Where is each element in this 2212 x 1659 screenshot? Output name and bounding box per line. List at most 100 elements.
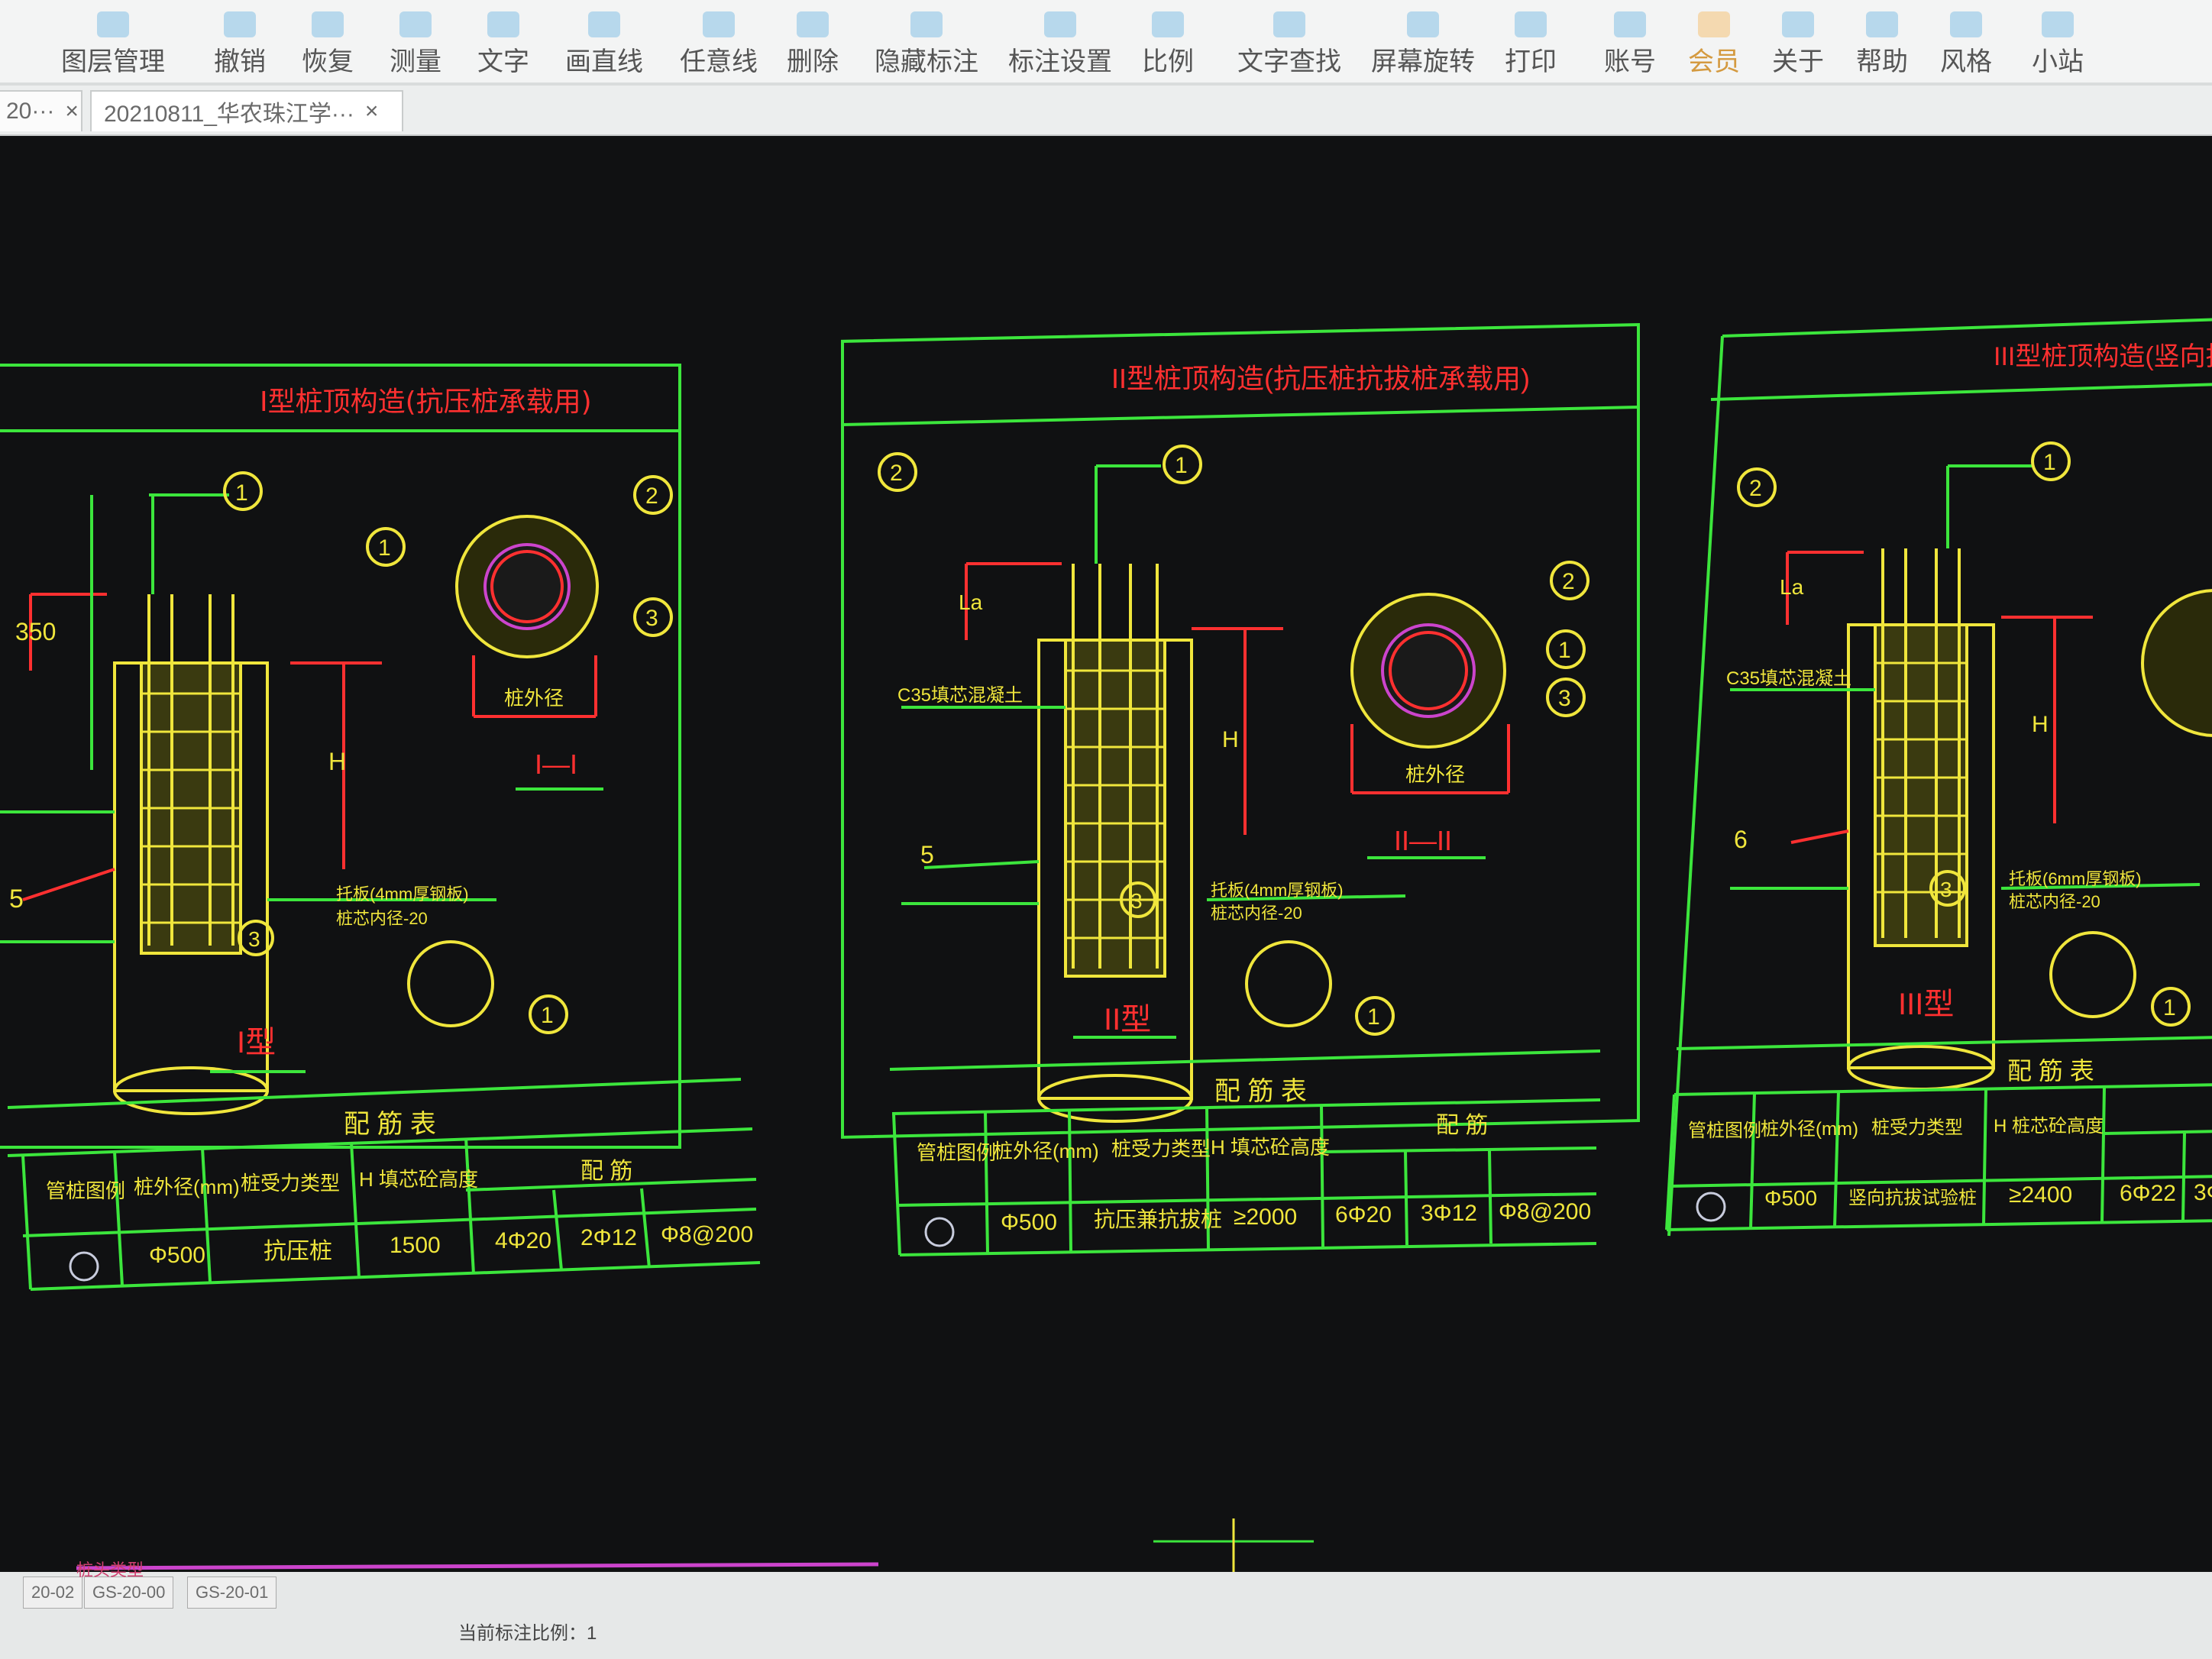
layers-icon (97, 11, 129, 37)
marker-2: 2 (1562, 569, 1575, 594)
tab-document-2[interactable]: 20210811_华农珠江学··· × (90, 90, 403, 131)
toolbar-button-2[interactable]: 恢复 (302, 5, 354, 78)
inner-label: 桩芯内径-20 (1211, 904, 1302, 923)
toolbar-button-7[interactable]: 删除 (787, 5, 839, 78)
toolbar-button-label: 任意线 (680, 47, 758, 76)
drawing-title: I型桩顶构造(抗压桩承载用) (260, 386, 592, 418)
plate-label: 托板(4mm厚钢板) (1211, 881, 1344, 900)
toolbar-button-1[interactable]: 撤销 (214, 5, 266, 78)
toolbar-button-label: 比例 (1142, 47, 1194, 76)
drawing-type-2: II型桩顶构造(抗压桩抗拔桩承载用) La H C35填芯混凝土 托板(4mm厚… (841, 323, 1640, 1256)
toolbar-button-19[interactable]: 小站 (2032, 5, 2084, 78)
toolbar-button-16[interactable]: 关于 (1772, 5, 1824, 78)
cell-rebar-1: 4Φ20 (495, 1228, 551, 1253)
table-title: 配 筋 表 (1214, 1077, 1307, 1106)
toolbar-button-11[interactable]: 文字查找 (1237, 5, 1341, 78)
table-title: 配 筋 表 (344, 1110, 436, 1139)
dim-label: 350 (15, 618, 56, 645)
main-toolbar: 图层管理 撤销 恢复 测量 文字 画直线 任意线 删除 隐藏标注 标注设置 比例 文字查找 屏幕旋转 打印… (0, 0, 2212, 82)
cell-rebar-2: 2Φ12 (580, 1225, 637, 1250)
toolbar-button-label: 撤销 (214, 47, 266, 76)
tab-document-1[interactable]: 20··· × (0, 90, 82, 131)
marker-3: 3 (1130, 889, 1143, 913)
header-height: H 填芯砼高度 (359, 1168, 478, 1191)
cell-diameter: Φ500 (1764, 1186, 1817, 1210)
cell-rebar-1: 6Φ22 (2120, 1181, 2176, 1206)
plate-label: 托板(4mm厚钢板) (336, 884, 469, 904)
delete-icon (797, 11, 829, 37)
cell-height: ≥2000 (1234, 1205, 1297, 1230)
outer-dia-label: 桩外径 (504, 687, 564, 710)
toolbar-button-label: 会员 (1688, 47, 1740, 76)
dim-h: H (328, 748, 346, 775)
toolbar-button-label: 小站 (2032, 47, 2084, 76)
cell-rebar-2: 3Φ (2194, 1180, 2212, 1205)
marker-1: 1 (1558, 638, 1571, 663)
section-circle (2141, 589, 2212, 737)
weld-mark: 5 (920, 841, 934, 868)
toolbar-button-12[interactable]: 屏幕旋转 (1371, 5, 1475, 78)
marker-1: 1 (541, 1003, 554, 1028)
toolbar-button-label: 关于 (1772, 47, 1824, 76)
toolbar-button-17[interactable]: 帮助 (1856, 5, 1908, 78)
header-type: 桩受力类型 (241, 1172, 340, 1195)
text-icon (487, 11, 519, 37)
toolbar-button-label: 隐藏标注 (875, 47, 978, 76)
cell-height: 1500 (390, 1233, 441, 1258)
toolbar-button-9[interactable]: 标注设置 (1008, 5, 1112, 78)
header-height: H 桩芯砼高度 (1994, 1116, 2104, 1137)
cell-rebar-1: 6Φ20 (1335, 1202, 1392, 1227)
dim-h: H (2032, 712, 2049, 737)
layout-tab-2[interactable]: GS-20-00 (84, 1577, 174, 1609)
toolbar-button-0[interactable]: 图层管理 (61, 5, 165, 78)
toolbar-button-label: 风格 (1940, 47, 1992, 76)
marker-3: 3 (1558, 686, 1571, 711)
toolbar-button-13[interactable]: 打印 (1505, 5, 1557, 78)
toolbar-button-label: 画直线 (565, 47, 643, 76)
outer-dia-label: 桩外径 (1405, 763, 1465, 786)
c35-label: C35填芯混凝土 (897, 685, 1023, 706)
marker-2: 2 (1749, 476, 1762, 501)
toolbar-button-label: 标注设置 (1008, 47, 1112, 76)
toolbar-button-15[interactable]: 会员 (1688, 5, 1740, 78)
layout-tab-3[interactable]: GS-20-01 (187, 1577, 277, 1609)
toolbar-button-label: 帮助 (1856, 47, 1908, 76)
pile-core (1874, 623, 1968, 947)
toolbar-button-5[interactable]: 画直线 (565, 5, 643, 78)
redo-icon (312, 11, 344, 37)
cad-canvas[interactable]: I型桩顶构造(抗压桩承载用) 350 H 托板(4mm厚钢板) 桩芯内径-20 … (0, 136, 2212, 1572)
toolbar-button-6[interactable]: 任意线 (680, 5, 758, 78)
cell-type: 抗压兼抗拔桩 (1094, 1208, 1222, 1231)
cell-rebar-3: Φ8@200 (1499, 1199, 1591, 1224)
cell-height: ≥2400 (2009, 1182, 2072, 1208)
c35-label: C35填芯混凝土 (1726, 668, 1851, 689)
freehand-icon (703, 11, 735, 37)
header-legend: 管桩图例 (1688, 1121, 1761, 1141)
close-icon[interactable]: × (365, 99, 379, 125)
header-legend: 管桩图例 (46, 1179, 125, 1202)
header-reinforcement: 配 筋 (580, 1159, 632, 1184)
frame (841, 323, 1640, 1139)
drawing-title: II型桩顶构造(抗压桩抗拔桩承载用) (1111, 363, 1530, 394)
toolbar-button-label: 屏幕旋转 (1371, 47, 1475, 76)
marker-1: 1 (2043, 450, 2056, 475)
toolbar-button-8[interactable]: 隐藏标注 (875, 5, 978, 78)
toolbar-button-14[interactable]: 账号 (1604, 5, 1656, 78)
marker-1: 1 (235, 480, 248, 506)
close-icon[interactable]: × (65, 99, 79, 125)
marker-1: 1 (1175, 453, 1188, 478)
plate-label: 托板(6mm厚钢板) (2009, 869, 2142, 888)
toolbar-button-10[interactable]: 比例 (1142, 5, 1194, 78)
marker-1: 1 (2163, 995, 2176, 1020)
about-icon (1782, 11, 1814, 37)
table-title: 配 筋 表 (2007, 1057, 2094, 1085)
layer-label: 桩头类型 (76, 1560, 144, 1580)
header-type: 桩受力类型 (1871, 1117, 1963, 1138)
dim-h: H (1222, 727, 1239, 752)
toolbar-button-4[interactable]: 文字 (477, 5, 529, 78)
type-label: III型 (1898, 988, 1954, 1021)
annotation-scale-status: 当前标注比例：1 (458, 1623, 597, 1644)
toolbar-button-18[interactable]: 风格 (1940, 5, 1992, 78)
layout-tab-1[interactable]: 20-02 (23, 1577, 83, 1609)
toolbar-button-3[interactable]: 测量 (390, 5, 441, 78)
